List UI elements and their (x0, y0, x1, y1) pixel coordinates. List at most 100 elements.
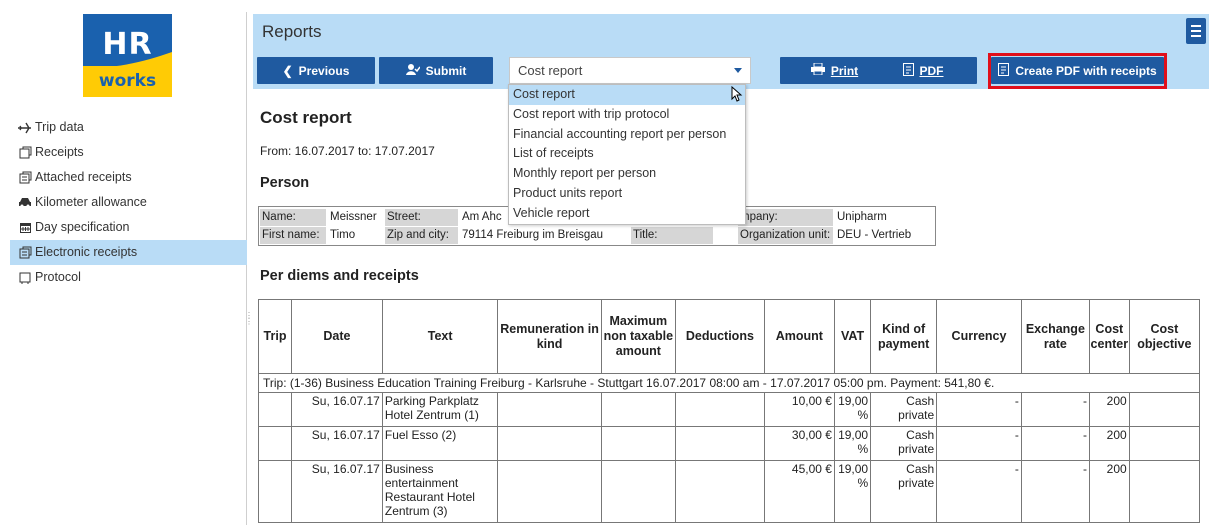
column-header: Maximum non taxable amount (600, 299, 677, 374)
header-bar: Reports (253, 14, 1209, 52)
sidebar-item-label: Trip data (35, 120, 84, 134)
sidebar-item-kilometer-allowance[interactable]: Kilometer allowance (10, 190, 247, 215)
sidebar-item-receipts[interactable]: Receipts (10, 140, 247, 165)
row-vat: 19,00 % (833, 392, 872, 427)
printer-icon (810, 62, 825, 78)
dropdown-option-financial-accounting-report[interactable]: Financial accounting report per person (509, 125, 745, 145)
report-title: Cost report (260, 108, 352, 127)
dropdown-option-cost-report-trip-protocol[interactable]: Cost report with trip protocol (509, 105, 745, 125)
report-date-range: From: 16.07.2017 to: 17.07.2017 (260, 144, 435, 158)
row-currency: - (936, 426, 1022, 461)
row-text: Fuel Esso (2) (381, 426, 499, 461)
first-name-value: Timo (330, 229, 356, 241)
report-type-dropdown: Cost report Cost report with trip protoc… (508, 84, 746, 225)
row-payment: Cash private (870, 392, 938, 427)
title-value (714, 227, 737, 244)
sidebar-item-protocol[interactable]: Protocol (10, 265, 247, 290)
row-payment: Cash private (870, 426, 938, 461)
column-header: Kind of payment (870, 299, 938, 374)
dropdown-option-vehicle-report[interactable]: Vehicle report (509, 204, 745, 224)
protocol-icon (18, 271, 32, 285)
sidebar-item-electronic-receipts[interactable]: Electronic receipts (10, 240, 247, 265)
column-header: Cost center (1088, 299, 1130, 374)
trip-summary-row: Trip: (1-36) Business Education Training… (258, 373, 1200, 393)
row-cost-center: 200 (1088, 460, 1130, 523)
submit-icon (405, 63, 421, 78)
sidebar-item-label: Protocol (35, 270, 81, 284)
row-payment: Cash private (870, 460, 938, 523)
sidebar-item-label: Electronic receipts (35, 245, 138, 259)
name-value: Meissner (330, 211, 377, 223)
first-name-label: First name: (260, 227, 326, 244)
logo-text-works: works (98, 71, 157, 91)
column-header: Deductions (675, 299, 765, 374)
column-header: VAT (833, 299, 872, 374)
row-text: Business entertainment Restaurant Hotel … (381, 460, 499, 523)
row-rate: - (1020, 426, 1090, 461)
mouse-cursor-icon (731, 86, 743, 102)
calendar-icon (18, 221, 32, 235)
company-label: mpany: (738, 209, 833, 226)
sidebar-item-day-specification[interactable]: Day specification (10, 215, 247, 240)
per-diems-heading: Per diems and receipts (260, 268, 419, 284)
app-window: HR works Trip data Receipts Attached rec… (0, 0, 1209, 525)
dropdown-option-product-units-report[interactable]: Product units report (509, 184, 745, 204)
row-date: Su, 16.07.17 (291, 426, 383, 461)
hamburger-icon (1191, 25, 1201, 27)
plane-icon (18, 121, 32, 135)
splitter-handle[interactable]: ⋮ ⋮ (245, 312, 253, 337)
report-type-select[interactable]: Cost report (509, 57, 751, 84)
dropdown-option-cost-report[interactable]: Cost report (509, 85, 745, 105)
sidebar-nav: Trip data Receipts Attached receipts Kil… (10, 115, 247, 290)
person-heading: Person (260, 175, 310, 191)
receipts-table: Trip Date Text Remuneration in kind Maxi… (257, 299, 1201, 523)
company-value: Unipharm (837, 211, 887, 223)
row-rate: - (1020, 392, 1090, 427)
submit-button[interactable]: Submit (379, 57, 493, 84)
row-date: Su, 16.07.17 (291, 460, 383, 523)
chevron-left-icon: ❮ (282, 63, 293, 78)
pdf-icon (902, 62, 914, 79)
column-header: Remuneration in kind (497, 299, 602, 374)
row-currency: - (936, 460, 1022, 523)
sidebar-item-label: Receipts (35, 145, 84, 159)
column-header: Exchange rate (1020, 299, 1090, 374)
dropdown-option-monthly-report[interactable]: Monthly report per person (509, 164, 745, 184)
logo-text-hr: HR (102, 27, 153, 62)
title-label: Title: (631, 227, 713, 244)
previous-button[interactable]: ❮ Previous (257, 57, 375, 84)
car-icon (18, 196, 32, 210)
sidebar-item-trip-data[interactable]: Trip data (10, 115, 247, 140)
attached-receipt-icon (18, 171, 32, 185)
table-row: Su, 16.07.17 Parking Parkplatz Hotel Zen… (257, 392, 1201, 427)
row-cost-center: 200 (1088, 392, 1130, 427)
sidebar-item-attached-receipts[interactable]: Attached receipts (10, 165, 247, 190)
dropdown-option-list-of-receipts[interactable]: List of receipts (509, 144, 745, 164)
row-vat: 19,00 % (833, 426, 872, 461)
electronic-receipt-icon (18, 246, 32, 260)
hamburger-menu-button[interactable] (1186, 18, 1206, 44)
row-date: Su, 16.07.17 (291, 392, 383, 427)
pdf-button[interactable]: PDF (869, 57, 977, 84)
name-label: Name: (260, 209, 326, 226)
sidebar: HR works Trip data Receipts Attached rec… (10, 12, 247, 525)
table-row: Su, 16.07.17 Business entertainment Rest… (257, 460, 1201, 523)
column-header: Trip (257, 299, 293, 374)
row-text: Parking Parkplatz Hotel Zentrum (1) (381, 392, 499, 427)
hrworks-logo: HR works (83, 14, 172, 97)
chevron-down-icon (734, 68, 742, 73)
column-header: Date (291, 299, 383, 374)
receipt-icon (18, 146, 32, 160)
sidebar-item-label: Attached receipts (35, 170, 132, 184)
row-amount: 10,00 € (763, 392, 835, 427)
table-header-row: Trip Date Text Remuneration in kind Maxi… (257, 299, 1201, 374)
row-currency: - (936, 392, 1022, 427)
table-row: Su, 16.07.17 Fuel Esso (2) 30,00 € 19,00… (257, 426, 1201, 461)
zip-city-value: 79114 Freiburg im Breisgau (462, 229, 604, 241)
row-amount: 45,00 € (763, 460, 835, 523)
column-header: Text (381, 299, 499, 374)
street-label: Street: (385, 209, 458, 226)
highlight-annotation (988, 53, 1167, 89)
street-value: Am Ahc (462, 211, 502, 223)
trip-summary-text: Trip: (1-36) Business Education Training… (258, 373, 1200, 393)
